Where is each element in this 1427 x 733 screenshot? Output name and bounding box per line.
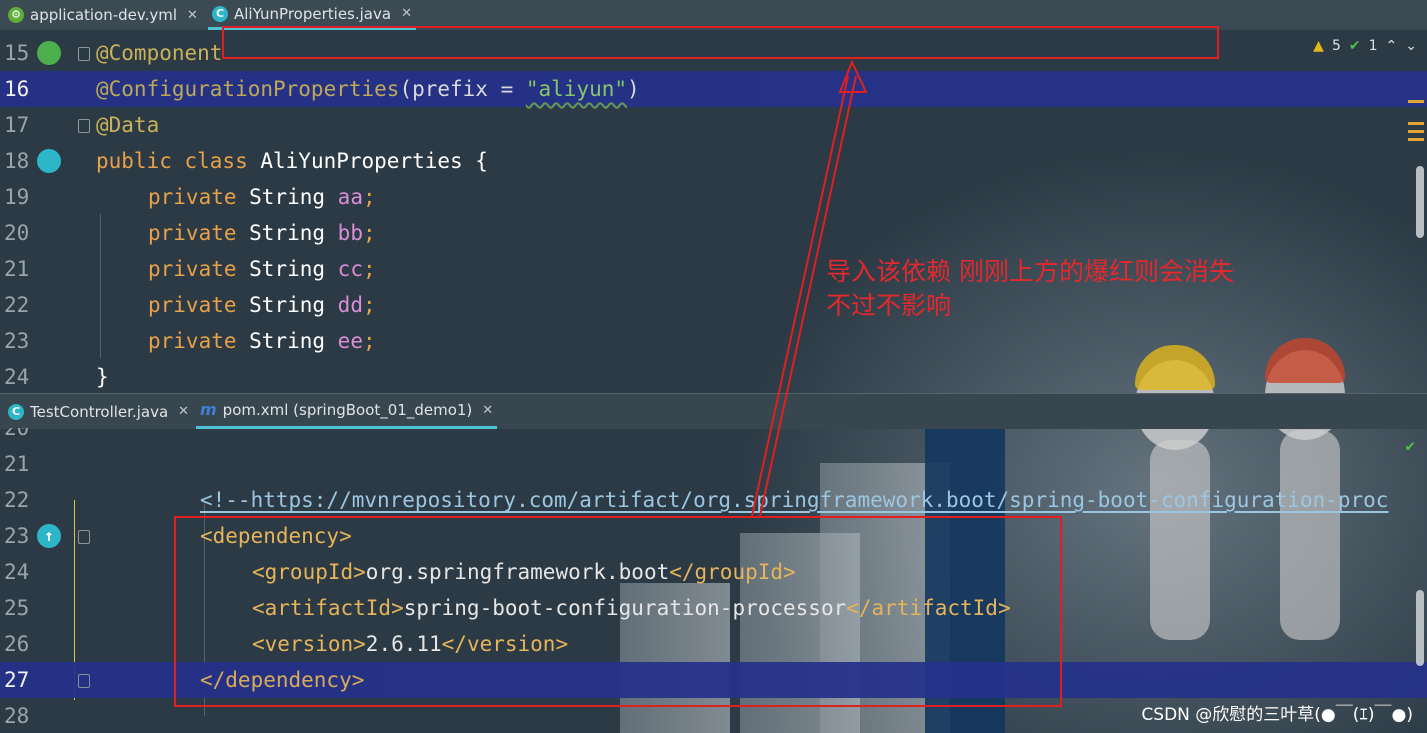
annotation-arrow-icon: [751, 59, 868, 517]
annotation-note: 导入该依赖 刚刚上方的爆红则会消失 不过不影响: [826, 255, 1234, 323]
annotation-note-line: 不过不影响: [826, 291, 952, 320]
watermark: CSDN @欣慰的三叶草(●￣(ｴ)￣●): [1141, 705, 1413, 725]
annotation-note-line: 导入该依赖 刚刚上方的爆红则会消失: [826, 257, 1234, 286]
